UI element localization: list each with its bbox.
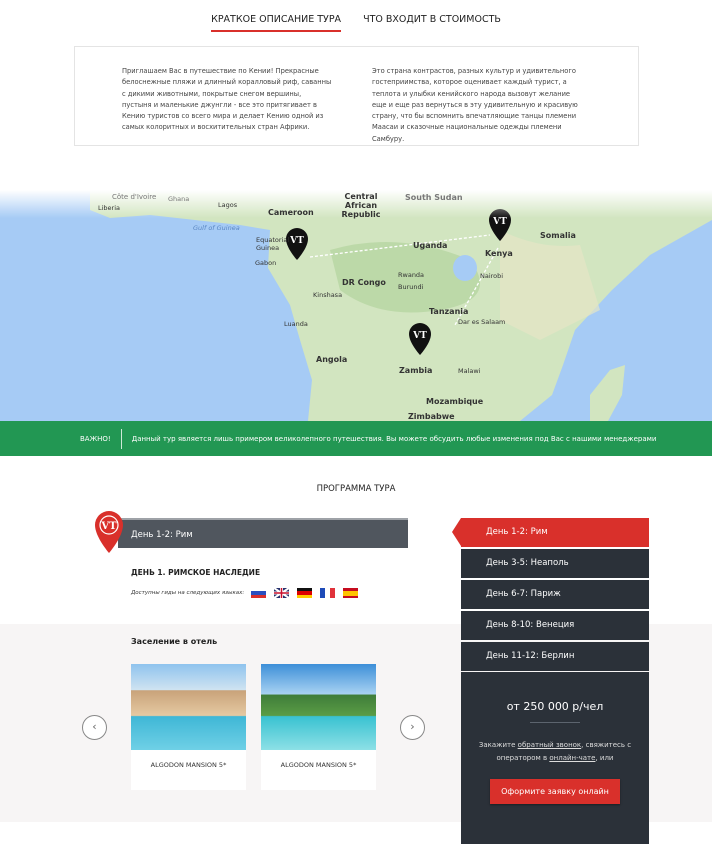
svg-text:VT: VT	[289, 236, 304, 246]
svg-text:VT: VT	[492, 217, 507, 227]
hotel-name: ALGODON MANSION 5*	[150, 761, 227, 769]
booking-cta: Закажите обратный звонок, свяжитесь с оп…	[478, 741, 632, 762]
map-label: Malawi	[458, 367, 481, 375]
hotel-card[interactable]: ALGODON MANSION 5*	[261, 664, 376, 790]
map-label: Equatorial Guinea	[256, 236, 290, 252]
map-label: Uganda	[413, 241, 448, 250]
map-label: DR Congo	[342, 278, 386, 287]
hotel-name: ALGODON MANSION 5*	[280, 761, 357, 769]
flag-es-icon[interactable]	[343, 588, 358, 598]
map-label: Burundi	[398, 283, 424, 291]
route-map[interactable]: VT VT VT Côte d'Ivoire Ghana Liberia Lag…	[0, 190, 712, 421]
map-label: Somalia	[540, 231, 576, 240]
program-title: ПРОГРАММА ТУРА	[316, 484, 396, 494]
map-label: Kinshasa	[313, 291, 343, 299]
map-label: Dar es Salaam	[458, 318, 506, 326]
flag-ru-icon[interactable]	[251, 588, 266, 598]
day-menu: День 1-2: Рим День 3-5: Неаполь День 6-7…	[452, 518, 649, 673]
svg-text:VT: VT	[412, 331, 427, 341]
day-menu-item[interactable]: День 8-10: Венеция	[461, 611, 649, 640]
carousel-next-button[interactable]: ›	[400, 715, 425, 740]
callback-link[interactable]: обратный звонок	[518, 741, 582, 749]
map-label: Rwanda	[398, 271, 425, 279]
tour-tabs: КРАТКОЕ ОПИСАНИЕ ТУРА ЧТО ВХОДИТ В СТОИМ…	[0, 14, 712, 32]
map-label: Côte d'Ivoire	[112, 193, 157, 201]
map-label: Cameroon	[268, 208, 314, 217]
day-menu-item[interactable]: День 6-7: Париж	[461, 580, 649, 609]
hotel-photo	[261, 664, 376, 750]
map-label: Nairobi	[480, 272, 504, 280]
map-label: Angola	[316, 355, 348, 364]
divider	[530, 722, 580, 723]
hotel-photo	[131, 664, 246, 750]
svg-text:VT: VT	[100, 521, 117, 532]
map-label: Kenya	[485, 249, 513, 258]
important-notice: ВАЖНО! Данный тур является лишь примером…	[0, 421, 712, 456]
vt-logo-pin-icon: VT	[95, 511, 123, 553]
hotel-card[interactable]: ALGODON MANSION 5*	[131, 664, 246, 790]
description-col1: Приглашаем Вас в путешествие по Кении! П…	[122, 67, 332, 132]
map-label: Gabon	[255, 259, 277, 267]
booking-panel: от 250 000 р/чел Закажите обратный звоно…	[461, 672, 649, 844]
map-label: Central African Republic	[341, 192, 381, 219]
carousel-prev-button[interactable]: ‹	[82, 715, 107, 740]
tour-description: Приглашаем Вас в путешествие по Кении! П…	[74, 46, 639, 146]
day-header: День 1-2: Рим	[118, 518, 408, 548]
day-menu-item[interactable]: День 1-2: Рим	[452, 518, 649, 547]
day-menu-item[interactable]: День 3-5: Неаполь	[461, 549, 649, 578]
map-label: Tanzania	[429, 307, 469, 316]
description-col2: Это страна контрастов, разных культур и …	[372, 67, 578, 143]
flag-fr-icon[interactable]	[320, 588, 335, 598]
hotel-label: Заселение в отель	[131, 637, 218, 646]
apply-online-button[interactable]: Оформите заявку онлайн	[490, 779, 620, 804]
map-label: Liberia	[98, 204, 121, 212]
guides-label: Доступны гиды на следующих языках:	[131, 590, 245, 596]
language-flags	[251, 588, 358, 598]
flag-de-icon[interactable]	[297, 588, 312, 598]
tab-included[interactable]: ЧТО ВХОДИТ В СТОИМОСТЬ	[363, 14, 501, 32]
map-label: Zimbabwe	[408, 412, 455, 421]
chat-link[interactable]: онлайн-чате	[549, 754, 595, 762]
flag-uk-icon[interactable]	[274, 588, 289, 598]
map-label: Luanda	[284, 320, 308, 328]
map-label: Zambia	[399, 366, 433, 375]
map-land: VT VT VT	[90, 190, 712, 421]
map-label: Lagos	[218, 201, 238, 209]
map-label: Mozambique	[426, 397, 484, 406]
map-label: Gulf of Guinea	[193, 224, 240, 232]
price: от 250 000 р/чел	[506, 700, 604, 713]
day-title: ДЕНЬ 1. РИМСКОЕ НАСЛЕДИЕ	[131, 568, 261, 577]
map-label: South Sudan	[405, 193, 463, 202]
notice-label: ВАЖНО!	[80, 428, 122, 449]
tab-description[interactable]: КРАТКОЕ ОПИСАНИЕ ТУРА	[211, 14, 342, 32]
day-menu-item[interactable]: День 11-12: Берлин	[461, 642, 649, 671]
notice-text: Данный тур является лишь примером велико…	[131, 434, 657, 443]
map-label: Ghana	[168, 195, 190, 203]
